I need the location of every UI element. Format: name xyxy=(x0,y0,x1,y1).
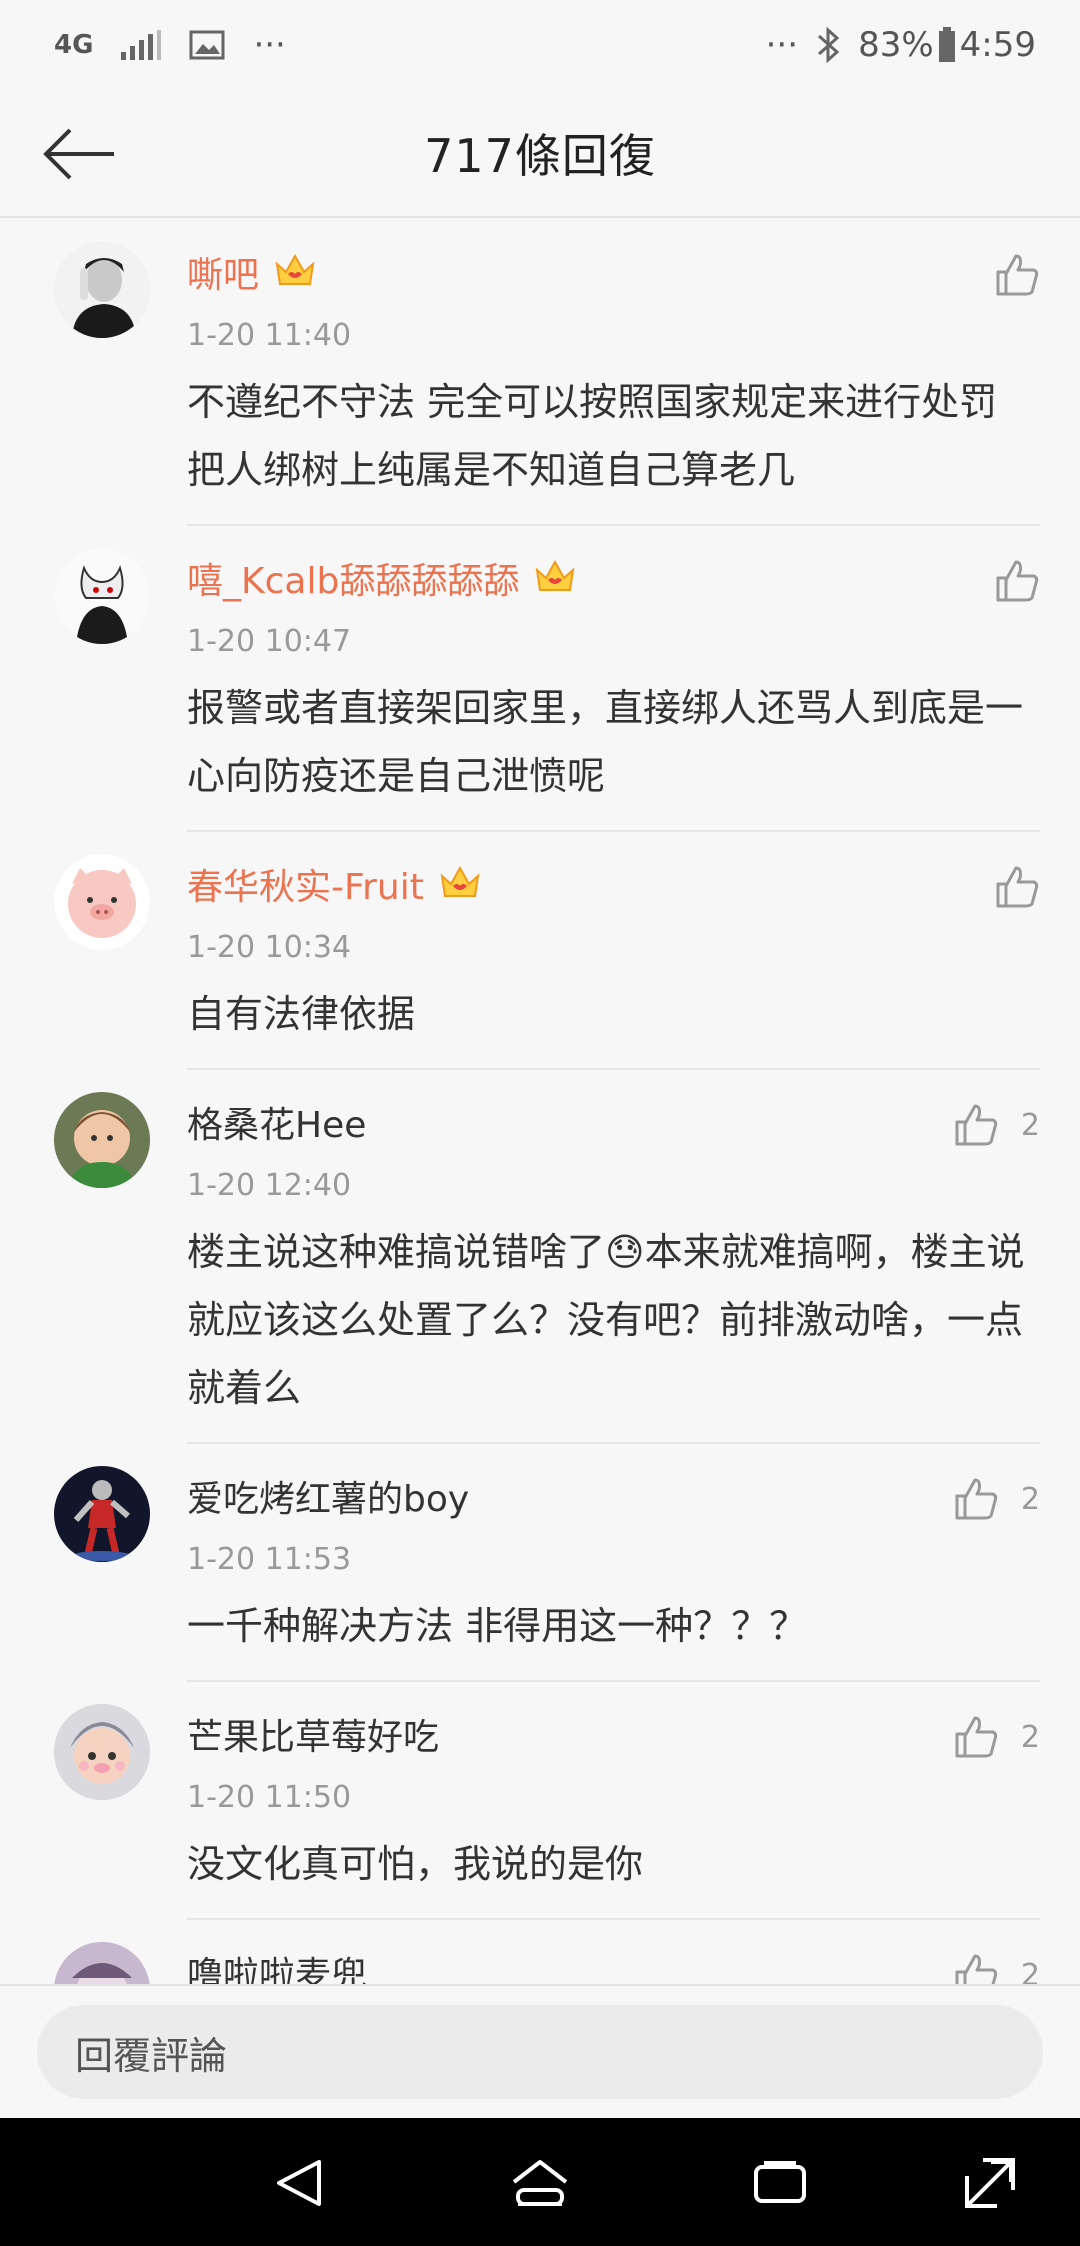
name-row: 嘶吧 xyxy=(187,220,1040,302)
username[interactable]: 嘶吧 xyxy=(187,246,259,298)
like-button[interactable] xyxy=(994,852,1040,922)
nav-back-button[interactable] xyxy=(265,2148,335,2218)
nav-home-button[interactable] xyxy=(505,2148,575,2218)
comment-item: 格桑花Hee 1-20 12:40 楼主说这种难搞说错啥了😓本来就难搞啊，楼主说… xyxy=(0,1070,1080,1444)
status-left: 4G ··· xyxy=(54,25,286,65)
like-count: 2 xyxy=(1020,1481,1040,1517)
reply-input[interactable]: 回覆評論 xyxy=(37,2005,1043,2099)
comment-item: 春华秋实-Fruit 1-20 10:34 自有法律依据 xyxy=(0,832,1080,1070)
comment-item: 爱吃烤红薯的boy 1-20 11:53 一千种解决方法 非得用这一种？？？ 2 xyxy=(0,1444,1080,1682)
comment-item: 噜啦啦麦兜 2 xyxy=(0,1920,1080,1984)
comment-text: 没文化真可怕，我说的是你 xyxy=(187,1842,644,1886)
vip-crown-icon xyxy=(438,862,482,906)
avatar[interactable] xyxy=(54,1942,150,1984)
avatar[interactable] xyxy=(54,242,150,338)
like-count: 2 xyxy=(1020,1957,1040,1985)
more-status: ··· xyxy=(765,25,799,65)
comment-time: 1-20 11:40 xyxy=(187,318,352,353)
like-button[interactable] xyxy=(994,240,1040,310)
comment-time: 1-20 11:53 xyxy=(187,1542,352,1577)
like-count: 2 xyxy=(1020,1107,1040,1143)
thumbs-up-icon xyxy=(955,1104,998,1146)
home-icon xyxy=(512,2160,568,2206)
header: 717條回復 xyxy=(0,90,1080,218)
username[interactable]: 芒果比草莓好吃 xyxy=(187,1708,439,1760)
thumbs-up-icon xyxy=(996,254,1039,296)
like-button[interactable]: 2 xyxy=(953,1702,1040,1772)
name-row: 噜啦啦麦兜 xyxy=(187,1920,1040,1984)
page-title: 717條回復 xyxy=(424,129,656,183)
comment-text-part: 楼主说这种难搞说错啥了 xyxy=(187,1230,606,1274)
back-button[interactable] xyxy=(40,118,120,190)
signal-icon xyxy=(121,30,162,60)
avatar[interactable] xyxy=(54,854,150,950)
comment-item: 嘻_Kcalb舔舔舔舔舔 1-20 10:47 报警或者直接架回家里，直接绑人还… xyxy=(0,526,1080,832)
comment-item: 芒果比草莓好吃 1-20 11:50 没文化真可怕，我说的是你 2 xyxy=(0,1682,1080,1920)
comment-text: 一千种解决方法 非得用这一种？？？ xyxy=(187,1604,808,1648)
avatar[interactable] xyxy=(54,1092,150,1188)
like-count: 2 xyxy=(1020,1719,1040,1755)
more-notifications: ··· xyxy=(253,25,286,65)
comment-text: 报警或者直接架回家里，直接绑人还骂人到底是一心向防疫还是自己泄愤呢 xyxy=(187,686,1024,798)
username[interactable]: 噜啦啦麦兜 xyxy=(187,1946,367,1984)
thumbs-up-icon xyxy=(996,866,1039,908)
username[interactable]: 格桑花Hee xyxy=(187,1096,366,1148)
network-type: 4G xyxy=(54,30,94,60)
thumbs-up-icon xyxy=(955,1954,998,1984)
name-row: 爱吃烤红薯的boy xyxy=(187,1444,1040,1526)
comment-time: 1-20 10:47 xyxy=(187,624,352,659)
name-row: 芒果比草莓好吃 xyxy=(187,1682,1040,1764)
username[interactable]: 嘻_Kcalb舔舔舔舔舔 xyxy=(187,552,519,604)
reply-bar: 回覆評論 xyxy=(0,1984,1080,2118)
comment-item: 嘶吧 1-20 11:40 不遵纪不守法 完全可以按照国家规定来进行处罚 把人绑… xyxy=(0,220,1080,526)
like-button[interactable]: 2 xyxy=(953,1940,1040,1984)
thumbs-up-icon xyxy=(955,1478,998,1520)
comment-text: 不遵纪不守法 完全可以按照国家规定来进行处罚 把人绑树上纯属是不知道自己算老几 xyxy=(187,380,998,492)
system-nav-bar xyxy=(0,2118,1080,2246)
name-row: 格桑花Hee xyxy=(187,1070,1040,1152)
avatar[interactable] xyxy=(54,1704,150,1800)
sweat-emoji-icon: 😓 xyxy=(605,1230,645,1274)
thumbs-up-icon xyxy=(996,560,1039,602)
vip-crown-icon xyxy=(273,250,317,294)
recents-icon xyxy=(754,2161,806,2203)
comment-text: 自有法律依据 xyxy=(187,992,416,1036)
status-bar: 4G ··· ··· 83% 4:59 xyxy=(0,0,1080,90)
like-button[interactable] xyxy=(994,546,1040,616)
comment-text: 楼主说这种难搞说错啥了😓本来就难搞啊，楼主说就应该这么处置了么？没有吧？前排激动… xyxy=(187,1218,1040,1436)
battery-icon xyxy=(938,27,956,63)
status-right: ··· 83% 4:59 xyxy=(766,25,1036,65)
username[interactable]: 春华秋实-Fruit xyxy=(187,858,424,910)
nav-recents-button[interactable] xyxy=(745,2148,815,2218)
like-button[interactable]: 2 xyxy=(953,1464,1040,1534)
avatar[interactable] xyxy=(54,548,150,644)
image-icon xyxy=(189,30,225,60)
comment-list[interactable]: 嘶吧 1-20 11:40 不遵纪不守法 完全可以按照国家规定来进行处罚 把人绑… xyxy=(0,220,1080,1984)
back-arrow-icon xyxy=(43,128,114,180)
thumbs-up-icon xyxy=(955,1716,998,1758)
avatar[interactable] xyxy=(54,1466,150,1562)
triangle-back-icon xyxy=(277,2160,321,2206)
bluetooth-icon xyxy=(816,27,840,63)
battery-percent: 83% xyxy=(858,25,934,65)
expand-icon xyxy=(965,2158,1015,2208)
comment-time: 1-20 11:50 xyxy=(187,1780,352,1815)
name-row: 春华秋实-Fruit xyxy=(187,832,1040,914)
comment-time: 1-20 12:40 xyxy=(187,1168,352,1203)
comment-time: 1-20 10:34 xyxy=(187,930,352,965)
nav-expand-button[interactable] xyxy=(955,2148,1025,2218)
name-row: 嘻_Kcalb舔舔舔舔舔 xyxy=(187,526,1040,608)
vip-crown-icon xyxy=(533,556,577,600)
clock: 4:59 xyxy=(959,25,1036,65)
like-button[interactable]: 2 xyxy=(953,1090,1040,1160)
username[interactable]: 爱吃烤红薯的boy xyxy=(187,1470,469,1522)
